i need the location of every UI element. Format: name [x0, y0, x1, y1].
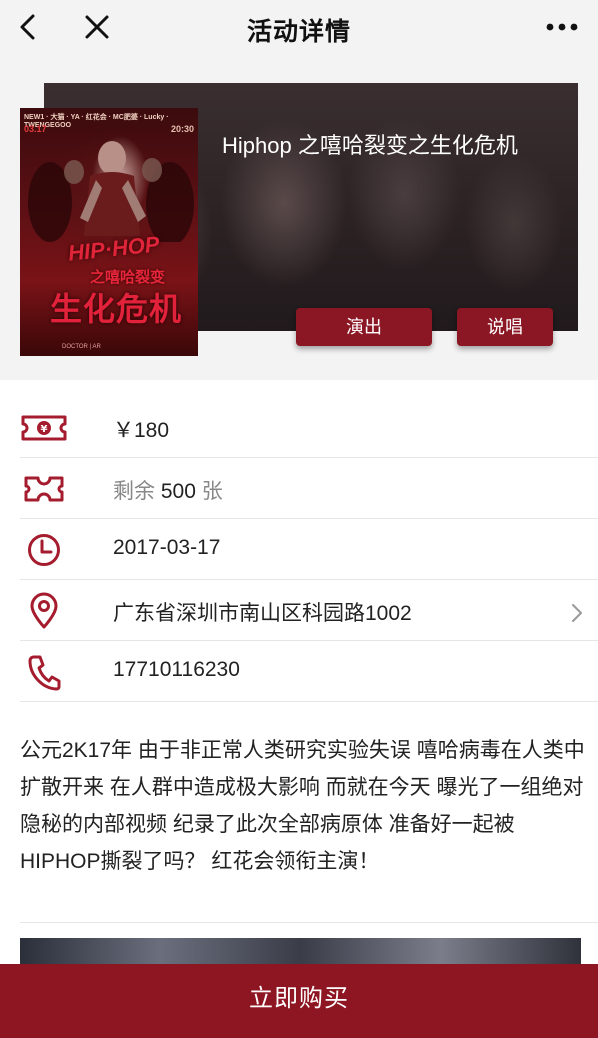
event-title: Hiphop 之嘻哈裂变之生化危机 — [222, 133, 518, 158]
divider — [20, 922, 598, 923]
top-navbar: 活动详情 — [0, 0, 598, 56]
poster-lineup-text: NEW1 · 大猫 · YA · 红花会 · MC肥婆 · Lucky · TW… — [24, 114, 169, 129]
location-pin-icon — [20, 592, 68, 629]
phone-row[interactable]: 17710116230 — [20, 641, 598, 702]
ticket-icon — [20, 472, 68, 506]
address-row[interactable]: 广东省深圳市南山区科园路1002 — [20, 580, 598, 641]
tag-rap-button[interactable]: 说唱 — [457, 308, 553, 346]
poster-title-main: 生化危机 — [50, 291, 183, 327]
poster-footer-text: DOCTOR | AR — [62, 344, 101, 350]
event-info-list: ¥ ￥180 剩余 500 张 2017-03-17 广东省深圳市南山区科园路1… — [0, 397, 598, 702]
tag-performance-button[interactable]: 演出 — [296, 308, 432, 346]
stock-suffix: 张 — [201, 480, 223, 503]
poster-crowd-illustration — [28, 141, 194, 242]
stock-prefix: 剩余 — [113, 480, 155, 503]
event-description: 公元2K17年 由于非正常人类研究实验失误 嘻哈病毒在人类中扩散开来 在人群中造… — [20, 739, 585, 873]
clock-icon — [20, 533, 68, 567]
page-title: 活动详情 — [246, 18, 351, 46]
buy-now-button[interactable]: 立即购买 — [0, 964, 598, 1038]
stock-row: 剩余 500 张 — [20, 458, 598, 519]
phone-icon — [20, 655, 68, 691]
event-date: 2017-03-17 — [113, 536, 221, 559]
event-poster[interactable]: NEW1 · 大猫 · YA · 红花会 · MC肥婆 · Lucky · TW… — [20, 108, 198, 356]
money-ticket-icon: ¥ — [20, 411, 68, 445]
event-hero: NEW1 · 大猫 · YA · 红花会 · MC肥婆 · Lucky · TW… — [0, 56, 598, 380]
event-phone: 17710116230 — [113, 658, 240, 681]
price-value: ￥180 — [113, 419, 170, 442]
more-icon[interactable] — [544, 12, 580, 42]
stock-text: 剩余 500 张 — [113, 475, 223, 505]
chevron-right-icon[interactable] — [570, 602, 584, 624]
svg-text:¥: ¥ — [41, 424, 48, 435]
date-row: 2017-03-17 — [20, 519, 598, 580]
price-row: ¥ ￥180 — [20, 397, 598, 458]
event-address: 广东省深圳市南山区科园路1002 — [113, 602, 412, 625]
stock-count: 500 — [160, 480, 196, 503]
